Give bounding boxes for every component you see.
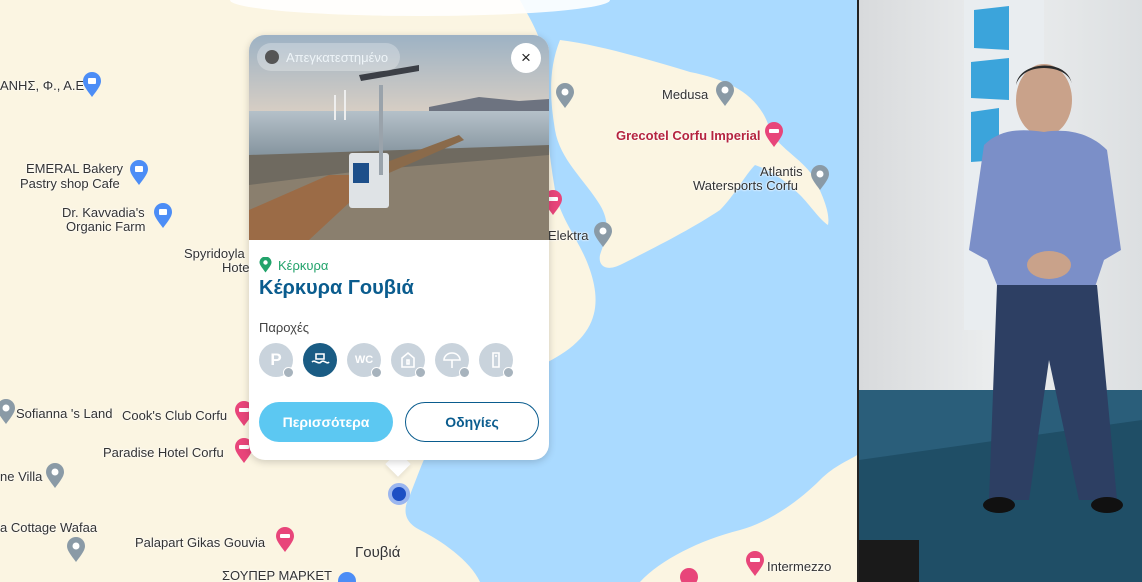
place-pin-icon[interactable] <box>0 399 16 425</box>
amenities-label: Παροχές <box>259 320 310 335</box>
beach-photo[interactable]: Απεγκατεστημένο × <box>249 35 549 240</box>
close-icon: × <box>521 48 531 67</box>
status-label: Απεγκατεστημένο <box>286 49 389 65</box>
amenity-status-badge <box>371 367 382 378</box>
amenity-status-badge <box>459 367 470 378</box>
selected-location-marker[interactable] <box>388 483 410 505</box>
location-row: Κέρκυρα <box>259 257 328 273</box>
poi-intermezzo-label[interactable]: Intermezzo <box>767 560 831 574</box>
place-gouvia-label[interactable]: Γουβιά <box>355 544 400 561</box>
amenities-list: P WC <box>259 343 514 378</box>
wc-icon[interactable]: WC <box>347 343 382 378</box>
presenter-video <box>859 0 1142 582</box>
poi-grecotel-label[interactable]: Grecotel Corfu Imperial <box>616 129 760 143</box>
poi-palapart-label[interactable]: Palapart Gikas Gouvia <box>135 536 265 550</box>
status-dot-icon <box>265 50 279 64</box>
hotel-pin-icon[interactable] <box>745 551 765 577</box>
poi-villa-label[interactable]: ne Villa <box>0 470 42 484</box>
parking-glyph: P <box>270 350 282 369</box>
status-badge: Απεγκατεστημένο <box>257 43 401 71</box>
poi-cottage-label[interactable]: a Cottage Wafaa <box>0 521 97 535</box>
poi-atlantis-label-1[interactable]: Atlantis <box>760 165 803 179</box>
close-button[interactable]: × <box>511 43 541 73</box>
poi-elektra-label[interactable]: Elektra <box>548 229 588 243</box>
seatrac-icon[interactable] <box>303 343 337 377</box>
poi-medusa-label[interactable]: Medusa <box>662 88 708 102</box>
changing-room-icon[interactable] <box>391 343 426 378</box>
parking-icon[interactable]: P <box>259 343 294 378</box>
umbrella-icon[interactable] <box>435 343 470 378</box>
place-pin-icon[interactable] <box>66 537 86 563</box>
beach-info-card: Απεγκατεστημένο × Κέρκυρα Κέρκυρα Γουβιά… <box>249 35 549 460</box>
hotel-pin-icon[interactable] <box>679 568 699 582</box>
place-pin-icon[interactable] <box>555 83 575 109</box>
hotel-pin-icon[interactable] <box>764 122 784 148</box>
place-pin-icon[interactable] <box>715 81 735 107</box>
location-name: Κέρκυρα <box>278 257 329 273</box>
place-pin-icon[interactable] <box>45 463 65 489</box>
poi-paradise-label[interactable]: Paradise Hotel Corfu <box>103 446 224 460</box>
poi-emeral-label-2[interactable]: Pastry shop Cafe <box>20 177 120 191</box>
wc-glyph: WC <box>354 354 374 366</box>
poi-kavvadia-label-2[interactable]: Organic Farm <box>66 220 145 234</box>
amenity-status-badge <box>283 367 294 378</box>
poi-cooks-label[interactable]: Cook's Club Corfu <box>122 409 227 423</box>
poi-anis-label[interactable]: ΑΝΗΣ, Φ., Α.Ε <box>0 79 84 93</box>
poi-spyridoyla-label-2[interactable]: Hotel <box>222 261 252 275</box>
shopping-pin-icon[interactable] <box>337 572 357 582</box>
location-pin-icon <box>259 257 272 273</box>
poi-emeral-label-1[interactable]: EMERAL Bakery <box>26 162 123 176</box>
map-view[interactable]: ΑΝΗΣ, Φ., Α.Ε EMERAL Bakery Pastry shop … <box>0 0 857 582</box>
shopping-pin-icon[interactable] <box>82 72 102 98</box>
poi-kavvadia-label-1[interactable]: Dr. Kavvadia's <box>62 206 145 220</box>
more-button[interactable]: Περισσότερα <box>259 402 393 442</box>
directions-button[interactable]: Οδηγίες <box>405 402 539 442</box>
poi-atlantis-label-2[interactable]: Watersports Corfu <box>693 179 798 193</box>
shower-icon[interactable] <box>479 343 514 378</box>
amenity-status-badge <box>503 367 514 378</box>
hotel-pin-icon[interactable] <box>275 527 295 553</box>
poi-market-label[interactable]: ΣΟΥΠΕΡ ΜΑΡΚΕΤ <box>222 569 332 582</box>
place-pin-icon[interactable] <box>593 222 613 248</box>
shopping-pin-icon[interactable] <box>129 160 149 186</box>
shopping-pin-icon[interactable] <box>153 203 173 229</box>
beach-title: Κέρκυρα Γουβιά <box>259 277 414 299</box>
poi-spyridoyla-label-1[interactable]: Spyridoyla <box>184 247 245 261</box>
place-pin-icon[interactable] <box>810 165 830 191</box>
poi-sofianna-label[interactable]: Sofianna 's Land <box>16 407 112 421</box>
amenity-status-badge <box>415 367 426 378</box>
presenter-video-frame <box>859 0 1142 582</box>
